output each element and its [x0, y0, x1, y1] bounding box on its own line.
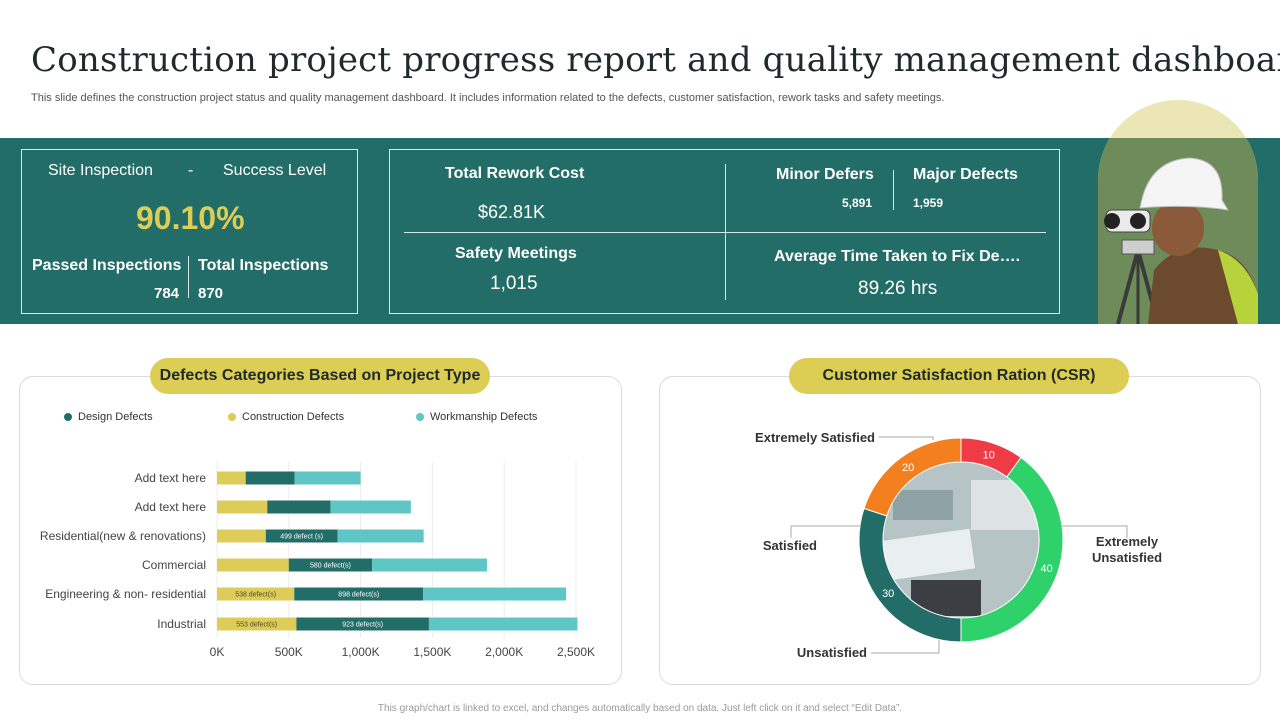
- success-level-value: 90.10%: [136, 200, 245, 236]
- bar-segment[interactable]: [245, 471, 295, 485]
- slice-value-label: 40: [1040, 563, 1052, 575]
- major-defects-label: Major Defects: [913, 166, 1018, 183]
- x-tick-label: 500K: [275, 645, 303, 659]
- minor-defects-label: Minor Defers: [776, 166, 874, 183]
- safety-meetings-label: Safety Meetings: [455, 245, 577, 262]
- callout-line: [790, 525, 861, 538]
- legend-workmanship-defects[interactable]: Workmanship Defects: [416, 411, 537, 423]
- x-tick-label: 0K: [210, 645, 225, 659]
- bar-data-label: 580 defect(s): [310, 563, 351, 570]
- category-label: Commercial: [142, 558, 206, 572]
- bar-segment[interactable]: [337, 529, 424, 543]
- defects-chart-heading: Defects Categories Based on Project Type: [150, 358, 490, 394]
- rework-cost-label: Total Rework Cost: [445, 165, 585, 182]
- label-separator: -: [188, 162, 194, 179]
- surveyor-illustration: [1104, 157, 1258, 324]
- slice-category-label: Extremely Satisfied: [755, 430, 875, 445]
- bar-data-label: 538 defect(s): [235, 592, 276, 599]
- slice-category-label: Extremely Unsatisfied: [1092, 534, 1162, 565]
- category-label: Residential(new & renovations): [40, 529, 206, 543]
- rework-cost-value: $62.81K: [478, 202, 546, 222]
- slice-value-label: 10: [983, 449, 995, 461]
- x-tick-label: 1,500K: [413, 645, 451, 659]
- bar-segment[interactable]: [372, 558, 487, 572]
- avg-fix-time-label: Average Time Taken to Fix De….: [774, 248, 1021, 265]
- legend-design-defects[interactable]: Design Defects: [64, 411, 153, 423]
- slice-category-label: Unsatisfied: [797, 645, 867, 660]
- bar-segment[interactable]: [423, 587, 567, 601]
- bar-segment[interactable]: [217, 558, 289, 572]
- metrics-vertical-divider: [725, 164, 726, 300]
- bar-segment[interactable]: [267, 500, 331, 514]
- footer-note: This graph/chart is linked to excel, and…: [377, 703, 903, 714]
- slice-category-label: Satisfied: [763, 538, 817, 553]
- csr-donut-chart: 10 40 30 20 Extremely Satisfied Extremely Unsa…: [755, 430, 1162, 660]
- bar-data-label: 898 defect(s): [338, 592, 379, 599]
- page-title: Construction project progress report and…: [31, 40, 1280, 80]
- legend-swatch: [228, 413, 236, 421]
- surveyor-photo: [1098, 100, 1258, 324]
- project-metrics-card: Total Rework Cost $62.81K Minor Defers 5…: [389, 149, 1060, 314]
- category-label: Add text here: [135, 471, 207, 485]
- x-tick-label: 1,000K: [342, 645, 380, 659]
- bar-segment[interactable]: [428, 617, 578, 631]
- passed-inspections-value: 784: [154, 285, 180, 302]
- site-inspection-label: Site Inspection: [48, 162, 153, 179]
- major-defects-value: 1,959: [913, 196, 944, 210]
- bar-data-label: 499 defect (s): [280, 534, 323, 541]
- page-subtitle: This slide defines the construction proj…: [31, 92, 945, 104]
- success-level-label: Success Level: [223, 162, 327, 179]
- category-label: Industrial: [157, 617, 206, 631]
- slice-value-label: 30: [882, 588, 894, 600]
- safety-meetings-value: 1,015: [490, 273, 538, 294]
- minor-defects-value: 5,891: [842, 196, 873, 210]
- site-inspection-card: Site Inspection - Success Level 90.10% P…: [21, 149, 358, 314]
- legend-swatch: [64, 413, 72, 421]
- bar-segment[interactable]: [217, 500, 268, 514]
- passed-inspections-label: Passed Inspections: [32, 257, 182, 274]
- legend-construction-defects[interactable]: Construction Defects: [228, 411, 344, 423]
- category-label: Engineering & non- residential: [45, 587, 206, 601]
- category-label: Add text here: [135, 500, 207, 514]
- bar-segment[interactable]: [217, 529, 266, 543]
- csr-chart-heading: Customer Satisfaction Ration (CSR): [789, 358, 1129, 394]
- defects-divider: [893, 170, 894, 210]
- bar-segment[interactable]: [330, 500, 411, 514]
- bar-segment[interactable]: [294, 471, 361, 485]
- avg-fix-time-value: 89.26 hrs: [858, 278, 938, 299]
- bar-segment[interactable]: [217, 471, 246, 485]
- bar-data-label: 923 defect(s): [342, 622, 383, 629]
- total-inspections-value: 870: [198, 285, 224, 302]
- kpi-divider: [188, 256, 189, 298]
- total-inspections-label: Total Inspections: [198, 257, 329, 274]
- callout-line: [871, 640, 940, 654]
- bar-data-label: 553 defect(s): [236, 622, 277, 629]
- defects-bar-chart: 0K 500K 1,000K 1,500K 2,000K 2,500K Add text h…: [40, 462, 595, 659]
- slice-value-label: 20: [902, 462, 914, 474]
- x-tick-label: 2,500K: [557, 645, 595, 659]
- callout-line: [879, 436, 934, 440]
- legend-swatch: [416, 413, 424, 421]
- x-tick-label: 2,000K: [485, 645, 523, 659]
